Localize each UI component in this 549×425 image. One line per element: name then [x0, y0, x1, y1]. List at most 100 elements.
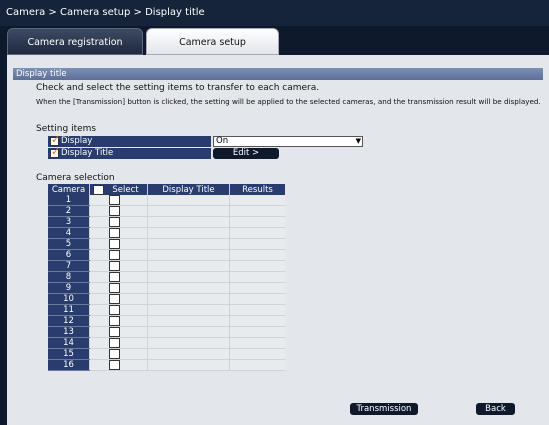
camera-select-checkbox[interactable] — [109, 239, 120, 249]
results-cell — [229, 249, 285, 261]
camera-number: 3 — [48, 216, 90, 228]
table-row: 8 — [48, 271, 285, 283]
select-cell — [89, 348, 148, 360]
display-select-value: On — [216, 136, 229, 146]
select-cell — [89, 315, 148, 327]
camera-number: 13 — [48, 326, 90, 338]
table-row: 6 — [48, 249, 285, 261]
table-row: 13 — [48, 326, 285, 338]
table-row: 2 — [48, 205, 285, 217]
camera-number: 11 — [48, 304, 90, 316]
results-cell — [229, 326, 285, 338]
table-row: 3 — [48, 216, 285, 228]
setting-items-heading: Setting items — [36, 124, 97, 134]
camera-select-checkbox[interactable] — [109, 294, 120, 304]
transmission-button[interactable]: Transmission — [350, 403, 418, 415]
display-title-cell — [147, 238, 230, 250]
camera-select-checkbox[interactable] — [109, 217, 120, 227]
display-select[interactable]: On ▼ — [213, 136, 363, 147]
results-cell — [229, 216, 285, 228]
setting-label-display: Display — [48, 134, 211, 147]
select-cell — [89, 337, 148, 349]
camera-number: 12 — [48, 315, 90, 327]
select-cell — [89, 282, 148, 294]
table-row: 16 — [48, 359, 285, 371]
camera-select-checkbox[interactable] — [109, 360, 120, 370]
camera-select-checkbox[interactable] — [109, 261, 120, 271]
camera-number: 6 — [48, 249, 90, 261]
setting-row-display-title: Display Title Edit > — [48, 146, 362, 159]
results-cell — [229, 348, 285, 360]
table-row: 4 — [48, 227, 285, 239]
table-row: 11 — [48, 304, 285, 316]
select-cell — [89, 195, 148, 206]
camera-number: 4 — [48, 227, 90, 239]
camera-number: 2 — [48, 205, 90, 217]
breadcrumb: Camera > Camera setup > Display title — [0, 0, 549, 26]
col-header-results: Results — [229, 184, 285, 195]
camera-number: 14 — [48, 337, 90, 349]
transmission-note: When the [Transmission] button is clicke… — [36, 97, 541, 106]
select-cell — [89, 271, 148, 283]
camera-number: 5 — [48, 238, 90, 250]
select-cell — [89, 227, 148, 239]
camera-select-checkbox[interactable] — [109, 228, 120, 238]
col-header-select: Select — [89, 184, 148, 195]
select-header-label: Select — [112, 184, 139, 195]
camera-select-checkbox[interactable] — [109, 272, 120, 282]
select-cell — [89, 249, 148, 261]
results-cell — [229, 260, 285, 272]
camera-number: 1 — [48, 195, 90, 206]
camera-select-checkbox[interactable] — [109, 305, 120, 315]
camera-selection-heading: Camera selection — [36, 173, 115, 183]
setting-row-display: Display On ▼ — [48, 134, 363, 147]
col-header-camera: Camera — [48, 184, 90, 195]
tab-camera-setup[interactable]: Camera setup — [146, 28, 279, 55]
display-title-cell — [147, 304, 230, 316]
section-header: Display title — [13, 68, 543, 80]
display-title-cell — [147, 293, 230, 305]
display-title-cell — [147, 271, 230, 283]
camera-number: 10 — [48, 293, 90, 305]
display-title-cell — [147, 249, 230, 261]
select-cell — [89, 359, 148, 371]
display-title-cell — [147, 216, 230, 228]
display-title-cell — [147, 227, 230, 239]
edit-button[interactable]: Edit > — [213, 148, 279, 159]
results-cell — [229, 227, 285, 239]
camera-number: 16 — [48, 359, 90, 371]
camera-number: 15 — [48, 348, 90, 360]
select-cell — [89, 326, 148, 338]
results-cell — [229, 304, 285, 316]
camera-select-checkbox[interactable] — [109, 206, 120, 216]
results-cell — [229, 359, 285, 371]
camera-select-checkbox[interactable] — [109, 327, 120, 337]
chevron-down-icon: ▼ — [355, 137, 361, 145]
camera-select-checkbox[interactable] — [109, 283, 120, 293]
display-title-label: Display Title — [61, 148, 114, 158]
camera-number: 9 — [48, 282, 90, 294]
camera-select-checkbox[interactable] — [109, 195, 120, 205]
table-row: 7 — [48, 260, 285, 272]
camera-select-checkbox[interactable] — [109, 316, 120, 326]
display-title-checkbox[interactable] — [50, 146, 60, 158]
table-row: 5 — [48, 238, 285, 250]
camera-select-checkbox[interactable] — [109, 250, 120, 260]
camera-table: Camera Select Display Title Results 1234… — [48, 184, 285, 371]
results-cell — [229, 282, 285, 294]
display-title-cell — [147, 282, 230, 294]
select-cell — [89, 205, 148, 217]
table-row: 14 — [48, 337, 285, 349]
camera-select-checkbox[interactable] — [109, 349, 120, 359]
select-all-checkbox[interactable] — [93, 185, 104, 195]
results-cell — [229, 293, 285, 305]
camera-select-checkbox[interactable] — [109, 338, 120, 348]
back-button[interactable]: Back — [476, 403, 515, 415]
results-cell — [229, 205, 285, 217]
tab-camera-registration[interactable]: Camera registration — [7, 28, 143, 55]
results-cell — [229, 271, 285, 283]
display-title-cell — [147, 315, 230, 327]
instruction-text: Check and select the setting items to tr… — [36, 83, 320, 93]
results-cell — [229, 315, 285, 327]
select-cell — [89, 216, 148, 228]
